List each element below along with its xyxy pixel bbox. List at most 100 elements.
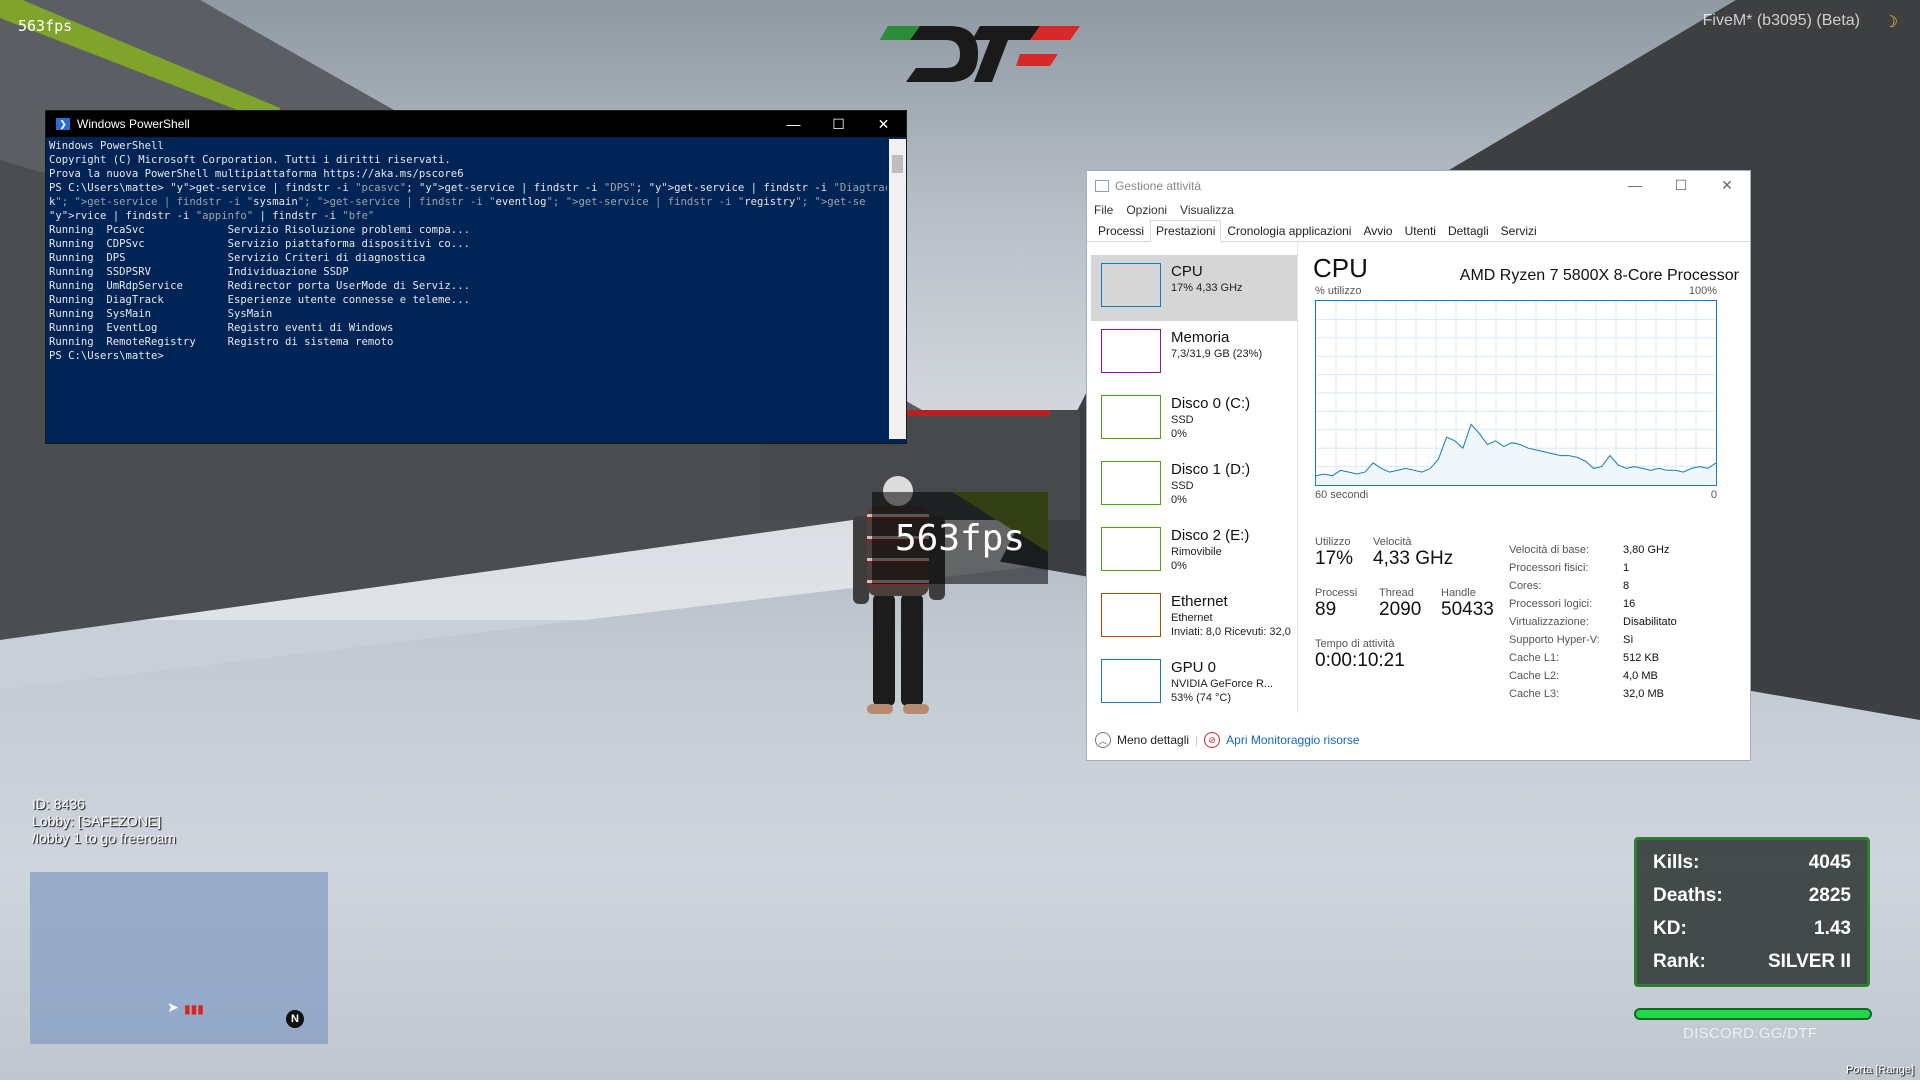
- resource-name: Disco 1 (D:): [1171, 461, 1251, 478]
- resource-detail: 0%: [1171, 428, 1187, 440]
- resource-item[interactable]: Disco 2 (E:) Rimovibile 0%: [1091, 519, 1298, 585]
- pane-divider: [1297, 243, 1298, 713]
- resource-detail: 17% 4,33 GHz: [1171, 282, 1243, 294]
- resource-item[interactable]: GPU 0 NVIDIA GeForce R... 53% (74 °C): [1091, 651, 1298, 717]
- cpu-properties: Velocità di base: 3,80 GHz Processori fisi…: [1509, 541, 1677, 703]
- cpu-property: Virtualizzazione: Disabilitato: [1509, 616, 1677, 628]
- resource-detail: 53% (74 °C): [1171, 692, 1232, 704]
- maximize-button[interactable]: ☐: [1658, 177, 1704, 194]
- tab-cronologia[interactable]: Cronologia applicazioni: [1221, 220, 1357, 241]
- tab-dettagli[interactable]: Dettagli: [1442, 220, 1495, 241]
- north-indicator: N: [286, 1010, 304, 1028]
- powershell-window[interactable]: ❯ Windows PowerShell — ☐ ✕ Windows Power…: [45, 110, 907, 444]
- task-manager-footer: ︿ Meno dettagli | ⊘ Apri Monitoraggio ri…: [1095, 732, 1360, 748]
- console-line: Copyright (C) Microsoft Corporation. Tut…: [49, 154, 451, 166]
- console-line: Running EventLog Registro eventi di Wind…: [49, 322, 394, 334]
- resource-item[interactable]: Disco 1 (D:) SSD 0%: [1091, 453, 1298, 519]
- dtf-logo: [880, 26, 1080, 82]
- resource-name: GPU 0: [1171, 659, 1217, 676]
- cpu-model: AMD Ryzen 7 5800X 8-Core Processor: [1459, 267, 1739, 284]
- cpu-property: Supporto Hyper-V: Sì: [1509, 634, 1634, 646]
- resource-thumbnail: [1101, 593, 1161, 637]
- powershell-console[interactable]: Windows PowerShell Copyright (C) Microsof…: [49, 139, 887, 439]
- resource-detail: Rimovibile: [1171, 546, 1222, 558]
- minimize-button[interactable]: —: [771, 116, 816, 133]
- cpu-speed: 4,33 GHz: [1373, 548, 1454, 569]
- resource-detail: 7,3/31,9 GB (23%): [1171, 348, 1263, 360]
- resource-thumbnail: [1101, 263, 1161, 307]
- task-manager-icon: [1095, 179, 1109, 192]
- tab-avvio[interactable]: Avvio: [1357, 220, 1398, 241]
- cpu-usage-graph: [1315, 300, 1717, 486]
- cpu-property: Cache L2: 4,0 MB: [1509, 670, 1658, 682]
- player-id: ID: 8436: [32, 796, 85, 812]
- fps-overlay: 563fps: [872, 492, 1048, 584]
- console-line: Running DPS Servizio Criteri di diagnost…: [49, 252, 426, 264]
- close-button[interactable]: ✕: [861, 116, 906, 133]
- cpu-property: Cores: 8: [1509, 580, 1630, 592]
- stats-panel: Kills: 4045 Deaths: 2825 KD: 1.43 Rank: SILV…: [1634, 837, 1870, 987]
- console-line: PS C:\Users\matte>: [49, 350, 164, 362]
- resource-item[interactable]: Disco 0 (C:) SSD 0%: [1091, 387, 1298, 453]
- resource-name: Ethernet: [1171, 593, 1228, 610]
- task-manager-title: Gestione attività: [1115, 178, 1202, 193]
- cpu-property: Cache L3: 32,0 MB: [1509, 688, 1664, 700]
- tab-prestazioni[interactable]: Prestazioni: [1150, 220, 1222, 242]
- console-line: "y">rvice | findstr -i "appinfo" | finds…: [49, 210, 375, 222]
- resource-item[interactable]: Memoria 7,3/31,9 GB (23%): [1091, 321, 1298, 387]
- resource-name: Disco 0 (C:): [1171, 395, 1251, 412]
- performance-pane: CPU 17% 4,33 GHz Memoria 7,3/31,9 GB (23%) D…: [1087, 243, 1750, 721]
- player-arrow-icon: ➤: [167, 999, 179, 1015]
- maximize-button[interactable]: ☐: [816, 116, 861, 133]
- close-button[interactable]: ✕: [1704, 177, 1750, 194]
- resource-detail: Inviati: 8,0 Ricevuti: 32,0: [1171, 626, 1291, 638]
- resource-detail: Ethernet: [1171, 612, 1213, 624]
- menu-opzioni[interactable]: Opzioni: [1126, 203, 1167, 217]
- menu-bar: File Opzioni Visualizza: [1087, 200, 1750, 220]
- console-line: Running SSDPSRV Individuazione SSDP: [49, 266, 349, 278]
- resource-detail: 0%: [1171, 560, 1187, 572]
- process-count: 89: [1315, 599, 1337, 620]
- console-line: Running DiagTrack Esperienze utente conn…: [49, 294, 470, 306]
- resource-thumbnail: [1101, 461, 1161, 505]
- console-line: k"; ">get-service | findstr -i "sysmain"…: [49, 196, 866, 208]
- resource-item[interactable]: CPU 17% 4,33 GHz: [1091, 255, 1298, 321]
- console-line: Running CDPSvc Servizio piattaforma disp…: [49, 238, 470, 250]
- cpu-property: Processori fisici: 1: [1509, 562, 1630, 574]
- powershell-scrollbar[interactable]: [889, 139, 906, 439]
- lobby-hint: /lobby 1 to go freeroam: [32, 830, 176, 846]
- console-line: Windows PowerShell: [49, 140, 164, 152]
- resource-item[interactable]: Ethernet Ethernet Inviati: 8,0 Ricevuti: 3…: [1091, 585, 1298, 651]
- resource-detail: NVIDIA GeForce R...: [1171, 678, 1274, 690]
- resource-detail: 0%: [1171, 494, 1187, 506]
- resource-list: CPU 17% 4,33 GHz Memoria 7,3/31,9 GB (23%) D…: [1091, 255, 1298, 715]
- fewer-details-button[interactable]: Meno dettagli: [1117, 733, 1189, 747]
- task-manager-window[interactable]: Gestione attività — ☐ ✕ File Opzioni Vis…: [1086, 170, 1751, 761]
- cpu-utilization: 17%: [1315, 548, 1354, 569]
- console-line: PS C:\Users\matte> "y">get-service | fin…: [49, 182, 887, 194]
- minimize-button[interactable]: —: [1612, 177, 1658, 194]
- cpu-property: Cache L1: 512 KB: [1509, 652, 1660, 664]
- distant-red-edge: [900, 410, 1050, 416]
- cpu-detail: CPU AMD Ryzen 7 5800X 8-Core Processor %…: [1313, 253, 1743, 713]
- menu-file[interactable]: File: [1094, 203, 1113, 217]
- console-line: Running PcaSvc Servizio Risoluzione prob…: [49, 224, 470, 236]
- resource-monitor-icon: ⊘: [1204, 732, 1221, 748]
- cpu-property: Processori logici: 16: [1509, 598, 1636, 610]
- lobby-name: Lobby: [SAFEZONE]: [32, 813, 162, 829]
- menu-visualizza[interactable]: Visualizza: [1180, 203, 1234, 217]
- console-line: Running SysMain SysMain: [49, 308, 273, 320]
- graph-min-label: 0: [1710, 489, 1717, 501]
- tab-servizi[interactable]: Servizi: [1495, 220, 1543, 241]
- handle-count: 50433: [1441, 599, 1494, 620]
- powershell-titlebar[interactable]: ❯ Windows PowerShell — ☐ ✕: [46, 111, 906, 137]
- health-bar: [1634, 1008, 1872, 1020]
- resource-name: Memoria: [1171, 329, 1230, 346]
- chevron-up-icon[interactable]: ︿: [1095, 732, 1111, 748]
- tab-utenti[interactable]: Utenti: [1399, 220, 1442, 241]
- console-line: Prova la nuova PowerShell multipiattafor…: [49, 168, 464, 180]
- tab-processi[interactable]: Processi: [1092, 220, 1150, 241]
- resource-monitor-link[interactable]: Apri Monitoraggio risorse: [1226, 733, 1359, 747]
- task-manager-titlebar[interactable]: Gestione attività — ☐ ✕: [1087, 171, 1750, 200]
- resource-thumbnail: [1101, 659, 1161, 703]
